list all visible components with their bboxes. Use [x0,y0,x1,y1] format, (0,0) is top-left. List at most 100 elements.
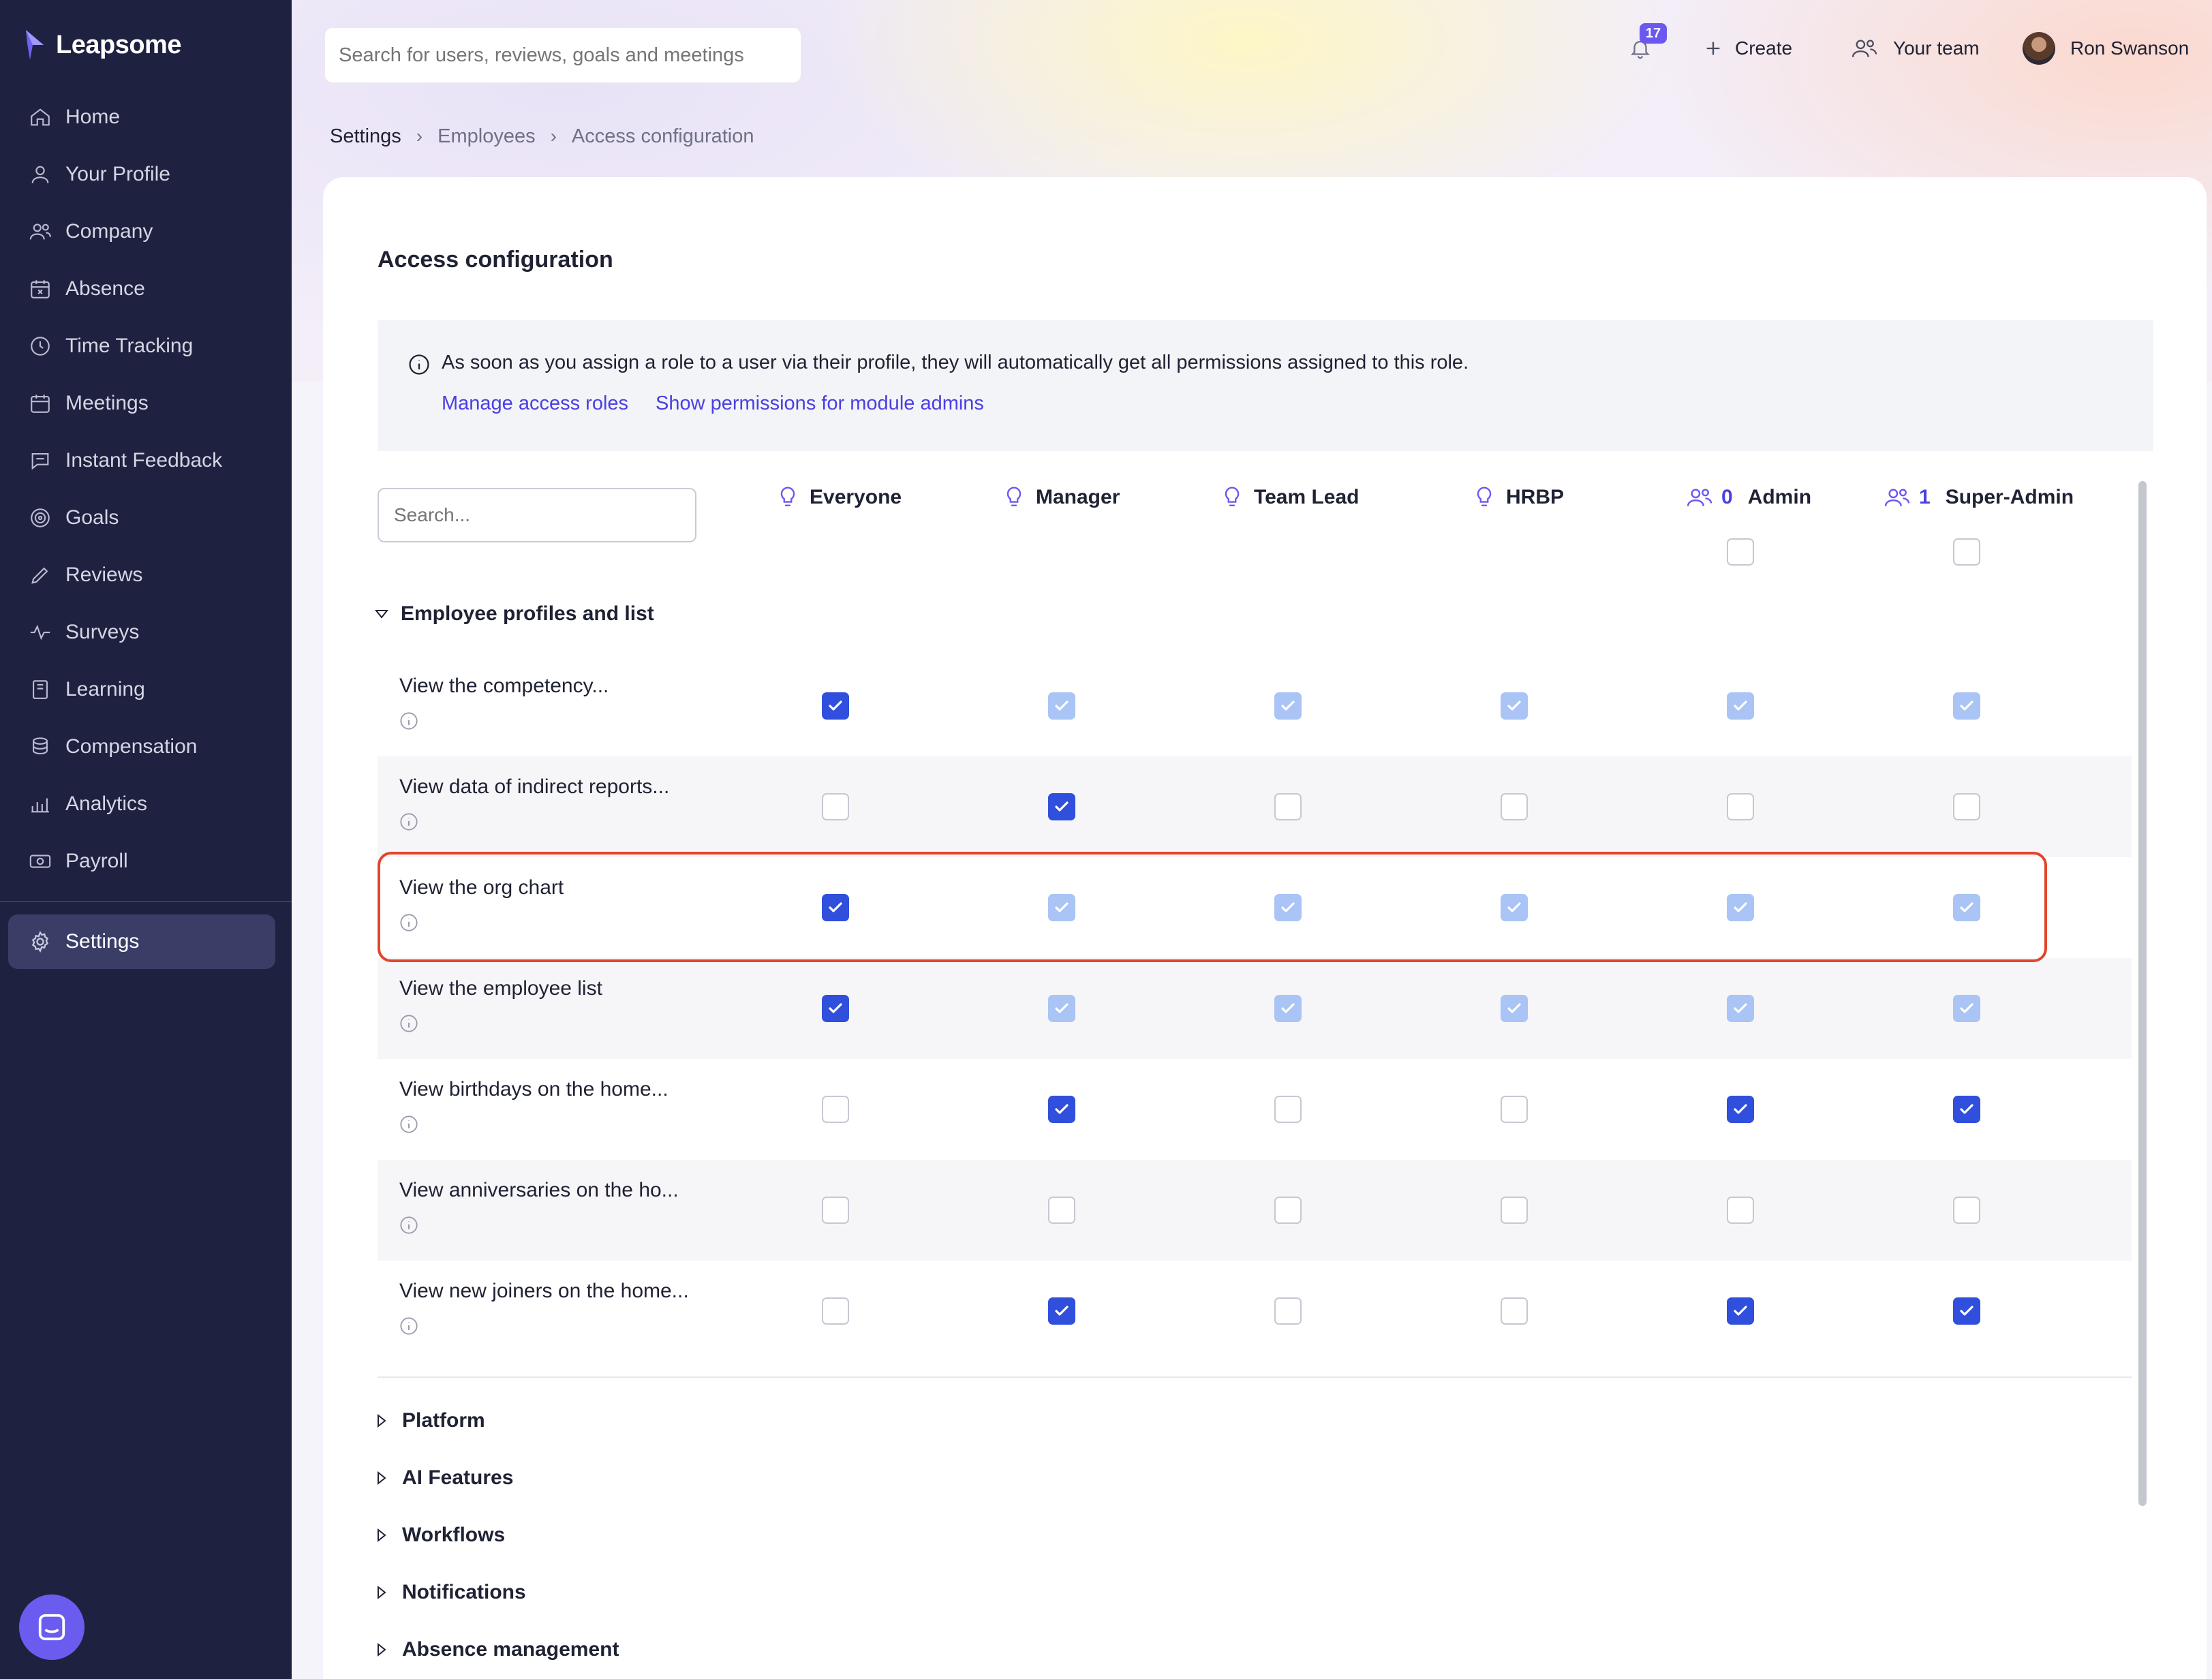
manage-access-roles-link[interactable]: Manage access roles [442,392,628,415]
permission-checkbox-everyone[interactable] [822,793,849,820]
permission-checkbox-everyone[interactable] [822,1197,849,1224]
permission-checkbox-manager[interactable] [1048,1096,1075,1123]
section-employee-profiles[interactable]: Employee profiles and list [375,602,654,626]
sidebar-item-settings[interactable]: Settings [8,914,275,969]
permission-checkbox-everyone[interactable] [822,1297,849,1325]
permission-checkbox-manager[interactable] [1048,1197,1075,1224]
permission-checkbox-hrbp[interactable] [1501,1197,1528,1224]
group-workflows[interactable]: Workflows [376,1518,505,1552]
users-icon [1884,489,1910,506]
info-icon[interactable] [399,1216,418,1235]
sidebar-item-payroll[interactable]: Payroll [8,833,275,890]
permission-checkbox-everyone[interactable] [822,692,849,720]
scrollbar[interactable] [2138,481,2147,1506]
sidebar-item-compensation[interactable]: Compensation [8,718,275,775]
permission-label: View birthdays on the home... [399,1078,669,1100]
permission-search-input[interactable] [378,488,696,542]
permission-checkbox-admin[interactable] [1727,1096,1754,1123]
permission-checkbox-admin[interactable] [1727,692,1754,720]
permission-checkbox-team-lead[interactable] [1274,793,1302,820]
permission-row: View the competency... [378,656,2132,756]
group-absence-management[interactable]: Absence management [376,1633,619,1667]
check-icon [1960,1306,1973,1316]
permission-checkbox-everyone[interactable] [822,1096,849,1123]
breadcrumb: Settings › Employees › Access configurat… [330,121,754,151]
info-icon[interactable] [399,1014,418,1033]
role-select-all-checkbox[interactable] [1727,538,1754,566]
info-icon[interactable] [399,711,418,730]
your-team-button[interactable]: Your team [1851,25,1980,72]
lightbulb-icon [1225,487,1240,506]
sidebar-item-reviews[interactable]: Reviews [8,546,275,604]
role-member-count[interactable]: 1 [1919,486,1931,509]
role-select-all-checkbox[interactable] [1953,538,1980,566]
group-notifications[interactable]: Notifications [376,1575,526,1609]
permission-checkbox-super-admin[interactable] [1953,692,1980,720]
info-icon[interactable] [399,1316,418,1336]
info-icon[interactable] [399,812,418,831]
permission-checkbox-manager[interactable] [1048,793,1075,820]
permission-checkbox-team-lead[interactable] [1274,1096,1302,1123]
breadcrumb-employees[interactable]: Employees [437,125,535,148]
permission-checkbox-team-lead[interactable] [1274,692,1302,720]
sidebar-item-analytics[interactable]: Analytics [8,775,275,833]
group-platform[interactable]: Platform [376,1404,485,1438]
sidebar-item-your-profile[interactable]: Your Profile [8,146,275,203]
permission-checkbox-admin[interactable] [1727,793,1754,820]
chevron-right-icon: › [416,125,423,147]
permission-checkbox-manager[interactable] [1048,995,1075,1022]
calendar-x-icon [31,280,50,298]
sidebar-item-meetings[interactable]: Meetings [8,375,275,432]
sidebar-item-label: Home [65,106,121,128]
group-title: Platform [402,1409,485,1432]
permission-checkbox-admin[interactable] [1727,1197,1754,1224]
support-chat-button[interactable] [19,1595,85,1660]
create-button[interactable]: Create [1704,25,1792,72]
sidebar-item-time-tracking[interactable]: Time Tracking [8,318,275,375]
chart-icon [31,798,49,813]
permission-checkbox-hrbp[interactable] [1501,995,1528,1022]
permission-checkbox-everyone[interactable] [822,995,849,1022]
gear-icon [31,931,49,953]
sidebar-item-home[interactable]: Home [8,89,275,146]
breadcrumb-settings[interactable]: Settings [330,125,401,148]
permission-row: View anniversaries on the ho... [378,1160,2132,1261]
permission-checkbox-admin[interactable] [1727,995,1754,1022]
permission-checkbox-manager[interactable] [1048,1297,1075,1325]
lightbulb-icon [1007,487,1021,506]
sidebar-item-label: Payroll [65,850,128,872]
brand-logo[interactable]: Leapsome [23,25,181,65]
sidebar-item-learning[interactable]: Learning [8,661,275,718]
pencil-icon [31,567,48,584]
sidebar-item-instant-feedback[interactable]: Instant Feedback [8,432,275,489]
sidebar-item-goals[interactable]: Goals [8,489,275,546]
permission-checkbox-super-admin[interactable] [1953,1297,1980,1325]
permission-checkbox-manager[interactable] [1048,692,1075,720]
permission-checkbox-hrbp[interactable] [1501,1297,1528,1325]
info-icon[interactable] [399,1115,418,1134]
user-icon [31,166,49,183]
permission-checkbox-hrbp[interactable] [1501,1096,1528,1123]
show-module-admin-permissions-link[interactable]: Show permissions for module admins [656,392,984,415]
chevron-down-icon [375,610,388,619]
sidebar-item-company[interactable]: Company [8,203,275,260]
permission-row: View new joiners on the home... [378,1261,2132,1361]
global-search-input[interactable] [324,27,801,83]
sidebar-item-surveys[interactable]: Surveys [8,604,275,661]
permission-checkbox-team-lead[interactable] [1274,995,1302,1022]
permission-checkbox-hrbp[interactable] [1501,692,1528,720]
permission-checkbox-team-lead[interactable] [1274,1197,1302,1224]
permission-checkbox-super-admin[interactable] [1953,1096,1980,1123]
group-ai-features[interactable]: AI Features [376,1461,513,1495]
user-menu[interactable]: Ron Swanson [2023,25,2189,72]
permission-checkbox-super-admin[interactable] [1953,1197,1980,1224]
permission-checkbox-super-admin[interactable] [1953,995,1980,1022]
role-header-admin: 0 Admin [1686,481,1811,514]
permission-checkbox-hrbp[interactable] [1501,793,1528,820]
permission-checkbox-super-admin[interactable] [1953,793,1980,820]
permission-checkbox-admin[interactable] [1727,1297,1754,1325]
sidebar-item-absence[interactable]: Absence [8,260,275,318]
role-member-count[interactable]: 0 [1721,486,1733,509]
permission-checkbox-team-lead[interactable] [1274,1297,1302,1325]
role-header-super-admin: 1 Super-Admin [1884,481,2074,514]
